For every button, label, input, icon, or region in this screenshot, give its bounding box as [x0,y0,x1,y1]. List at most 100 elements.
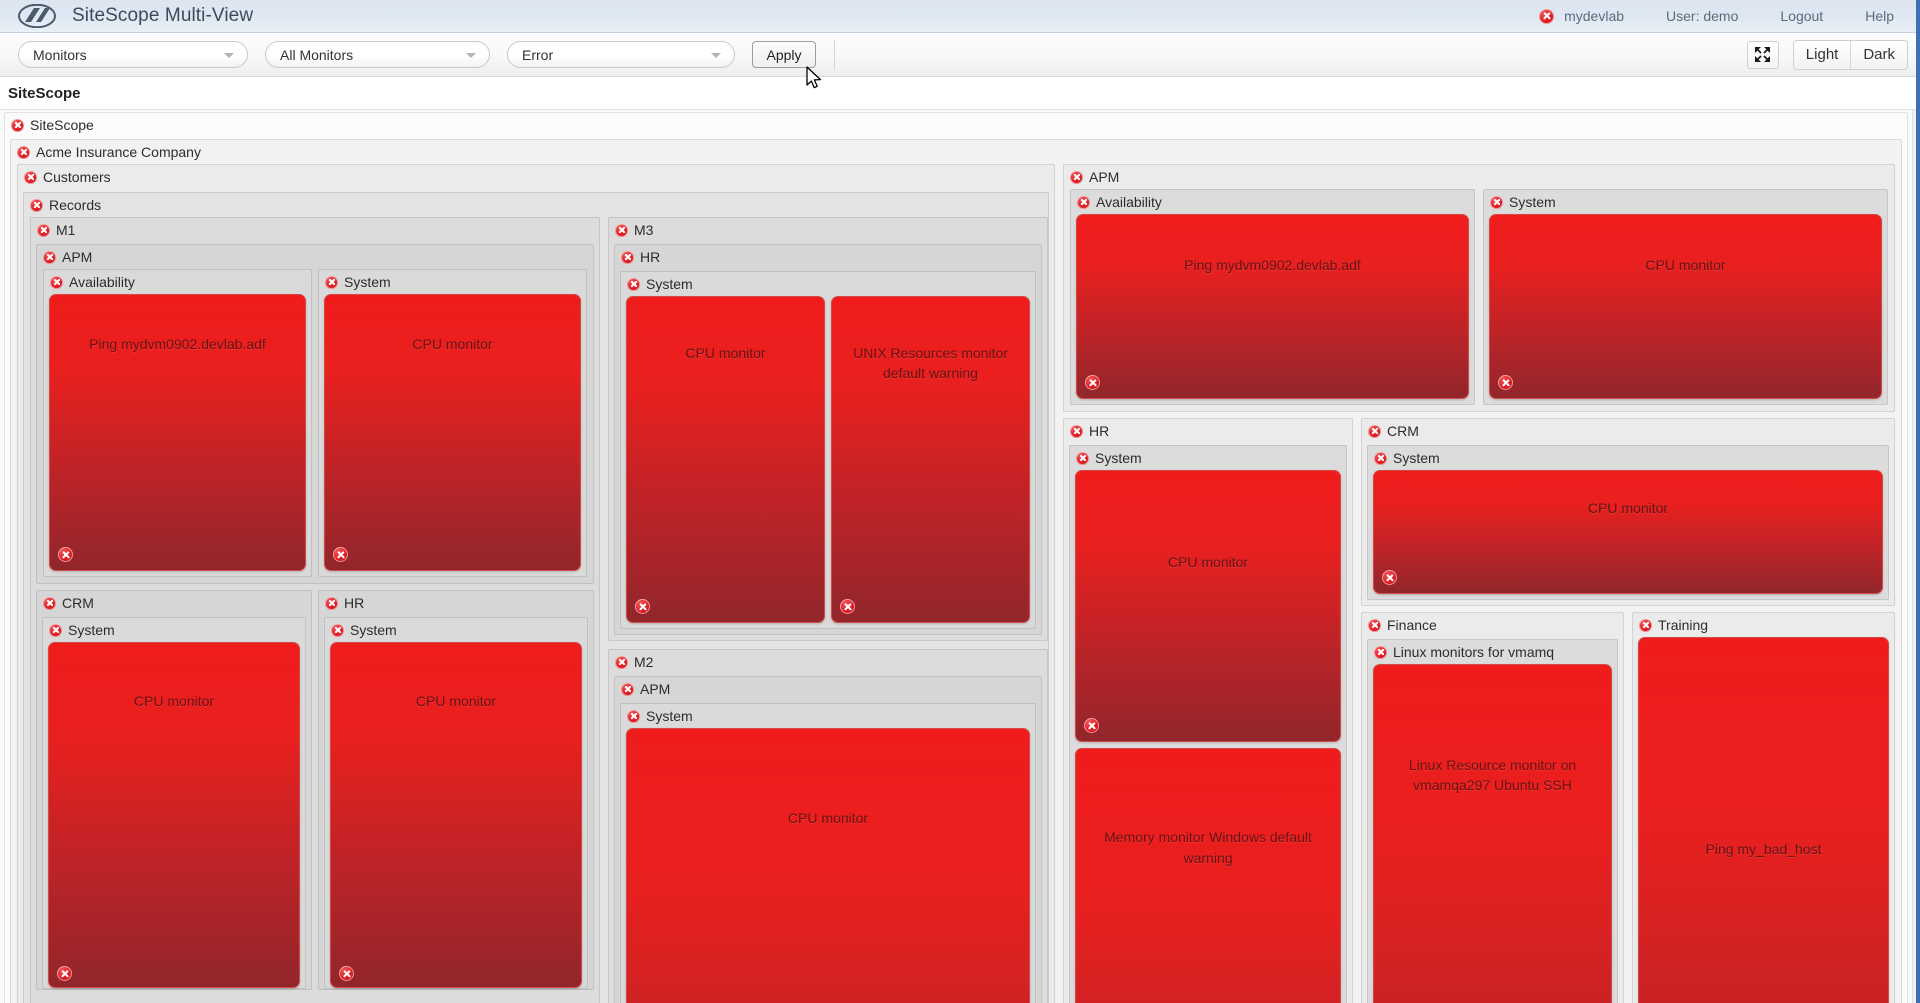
node-label: M3 [634,222,654,238]
monitor-tile[interactable]: CPU monitor [48,642,300,988]
treemap-node-m1-apm-availability[interactable]: Availability Ping mydvm0902.devlab.adf [43,269,312,577]
monitor-tile-label: Ping mydvm0902.devlab.adf [1184,257,1361,274]
node-label: Finance [1387,617,1437,633]
filter-select[interactable]: All Monitors [265,41,490,68]
apply-button[interactable]: Apply [752,41,816,68]
right-lower-row: HR System CPU monitor Memory monitor Win… [1063,418,1895,1003]
treemap-node-crm-system[interactable]: System CPU monitor [1367,445,1889,600]
status-select[interactable]: Error [507,41,735,68]
lab-status: mydevlab [1539,8,1624,24]
treemap-node-m1-hr[interactable]: HR System CPU monitor [318,590,594,990]
node-header: APM [37,245,593,269]
node-label: System [68,622,115,638]
error-icon [58,547,73,562]
monitor-tile[interactable]: CPU monitor [1075,470,1341,742]
lab-name: mydevlab [1564,8,1625,24]
m1-lower-children: CRM System CPU monitor HR System CPU mon… [31,590,599,990]
monitor-tile[interactable]: Linux Resource monitor on vmamqa297 Ubun… [1373,664,1612,1003]
treemap-node-m1-hr-system[interactable]: System CPU monitor [324,617,588,989]
error-icon [57,966,72,981]
treemap-node-m1[interactable]: M1 APM Availability Ping mydvm0902.devla… [30,217,600,1003]
treemap-node-m3-hr[interactable]: HR System CPU monitor UNIX Resources mon… [614,244,1042,635]
node-label: System [646,276,693,292]
treemap-node-m2-apm-system[interactable]: System CPU monitor [620,703,1036,1003]
monitor-tile-label: CPU monitor [415,693,497,710]
monitor-tile[interactable]: CPU monitor [330,642,582,988]
filter-toolbar: Monitors All Monitors Error Apply Light … [0,33,1920,77]
monitor-tile-label: CPU monitor [133,693,215,710]
error-icon [627,709,640,723]
treemap-node-customers[interactable]: Customers Records M1 APM Availability Pi… [17,164,1055,1003]
theme-light-button[interactable]: Light [1794,41,1851,69]
node-label: HR [1089,423,1110,439]
treemap-node-training[interactable]: Training Ping my_bad_host [1632,612,1895,1003]
node-header: CRM [1362,419,1894,443]
scope-select[interactable]: Monitors [18,41,248,68]
tiles: CPU monitor [325,642,587,988]
treemap-node-finance[interactable]: Finance Linux monitors for vmamq Linux R… [1361,612,1624,1003]
treemap-node-m1-crm[interactable]: CRM System CPU monitor [36,590,312,990]
treemap-node-m1-apm[interactable]: APM Availability Ping mydvm0902.devlab.a… [36,244,594,584]
monitor-tile[interactable]: Ping my_bad_host [1638,637,1889,1003]
treemap-node-records[interactable]: Records M1 APM Availability Ping mydvm09… [23,192,1049,1003]
tiles: CPU monitor [319,294,586,576]
node-header: M3 [609,218,1047,242]
treemap-node-m1-apm-system[interactable]: System CPU monitor [318,269,587,577]
node-header: HR [1064,419,1352,443]
treemap-node-m3[interactable]: M3 HR System CPU monitor UNIX Resources … [608,217,1048,641]
monitor-tile[interactable]: CPU monitor [1373,470,1883,594]
monitor-tile[interactable]: CPU monitor [626,296,825,623]
node-header: HR [615,245,1041,269]
error-icon [1382,570,1397,585]
node-header: Availability [1071,190,1474,214]
monitor-tile[interactable]: CPU monitor [626,728,1030,1003]
error-icon [1077,195,1090,209]
monitor-tile[interactable]: CPU monitor [1489,214,1882,399]
treemap-node-acme[interactable]: Acme Insurance Company Customers Records [10,139,1902,1003]
toolbar-right-group: Light Dark [1746,39,1908,70]
treemap-node-apm-system[interactable]: System CPU monitor [1483,189,1888,405]
treemap-node-m1-crm-system[interactable]: System CPU monitor [42,617,306,989]
treemap-node-hr[interactable]: HR System CPU monitor Memory monitor Win… [1063,418,1353,1003]
help-link[interactable]: Help [1865,8,1894,24]
monitor-tile[interactable]: Ping mydvm0902.devlab.adf [49,294,306,571]
treemap-node-m2-apm[interactable]: APM System CPU monitor [614,676,1042,1003]
expand-icon[interactable] [1746,40,1779,69]
treemap-node-crm[interactable]: CRM System CPU monitor [1361,418,1895,606]
app-title: SiteScope Multi-View [72,5,254,26]
treemap-node-m2[interactable]: M2 APM System CPU monitor [608,649,1048,1003]
monitor-tile-label: CPU monitor [412,335,493,352]
monitor-tile[interactable]: Memory monitor Windows default warning [1075,748,1341,1003]
treemap-node-hr-system[interactable]: System CPU monitor Memory monitor Window… [1069,445,1347,1003]
treemap-node-apm[interactable]: APM Availability Ping mydvm0902.devlab.a… [1063,164,1895,412]
monitor-tile-label: CPU monitor [1167,554,1249,570]
node-header: M2 [609,650,1047,674]
right-column-wrap: APM Availability Ping mydvm0902.devlab.a… [1063,164,1895,1003]
monitor-tile-label: Linux Resource monitor on vmamqa297 Ubun… [1408,757,1577,794]
node-header: Linux monitors for vmamq [1368,640,1617,664]
tiles: CPU monitor Memory monitor Windows defau… [1070,470,1346,1003]
treemap-node-m3-hr-system[interactable]: System CPU monitor UNIX Resources monito… [620,271,1036,629]
monitor-tile[interactable]: CPU monitor [324,294,581,571]
filter-select-value: All Monitors [280,46,354,63]
tiles: Linux Resource monitor on vmamqa297 Ubun… [1368,664,1617,1003]
logout-link[interactable]: Logout [1780,8,1823,24]
node-header: System [1070,446,1346,470]
node-label: Availability [69,274,135,290]
node-label: HR [640,249,661,265]
error-icon [24,170,37,184]
monitor-tile-label: CPU monitor [685,344,766,361]
treemap-node-sitescope[interactable]: SiteScope Acme Insurance Company Custome… [4,112,1908,1003]
monitor-tile-label: CPU monitor [1645,257,1726,274]
treemap-node-finance-linux-monitors[interactable]: Linux monitors for vmamq Linux Resource … [1367,639,1618,1003]
node-header: System [621,704,1035,728]
tiles: CPU monitor [621,728,1035,1003]
monitor-tile[interactable]: UNIX Resources monitor default warning [831,296,1030,623]
monitor-tile[interactable]: Ping mydvm0902.devlab.adf [1076,214,1469,399]
theme-dark-button[interactable]: Dark [1850,40,1907,69]
error-icon [49,623,62,637]
header-right-group: mydevlab User: demo Logout Help [1539,8,1920,24]
treemap-node-apm-availability[interactable]: Availability Ping mydvm0902.devlab.adf [1070,189,1475,405]
error-icon [43,596,56,610]
error-icon [1084,718,1099,733]
